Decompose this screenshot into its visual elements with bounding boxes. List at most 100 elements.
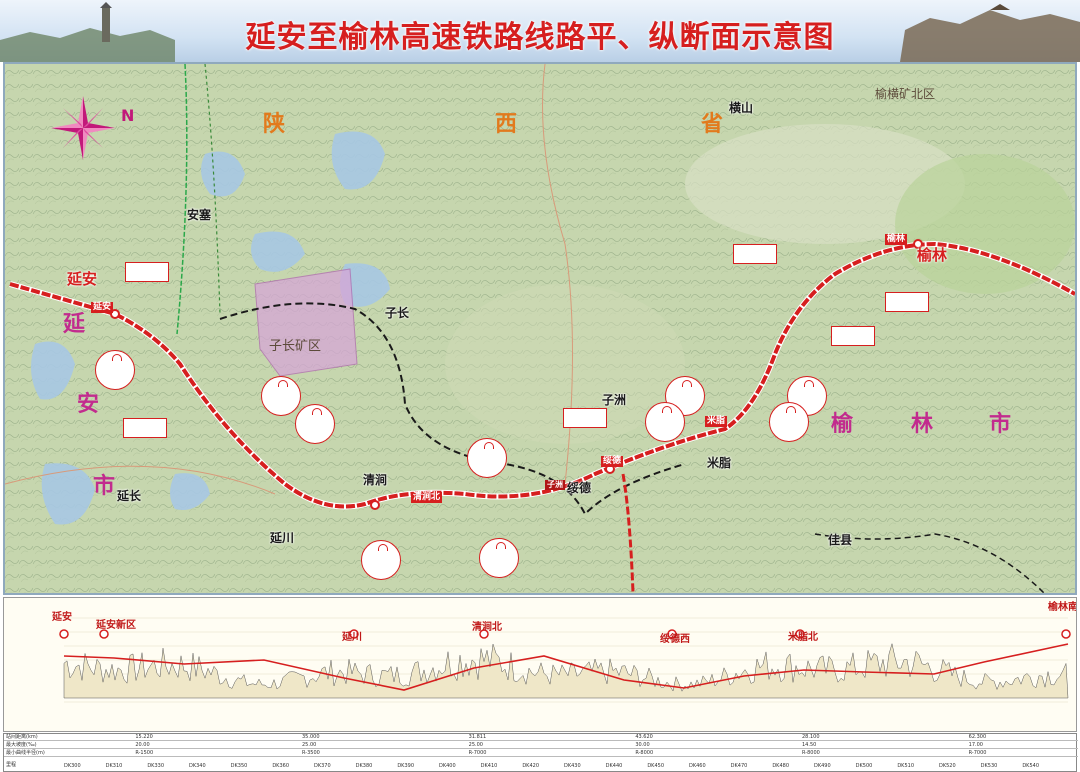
city-suide: 绥德: [567, 481, 592, 495]
row-header: 最小曲线半径(m): [6, 750, 45, 756]
chainage-cell: DK520: [939, 763, 956, 769]
tunnel-callout: [645, 402, 685, 442]
tunnel-callout: [467, 438, 507, 478]
region-yanan-char-1: 延: [63, 312, 86, 337]
province-char-1: 陕: [263, 112, 286, 137]
table-cell: 14.50: [802, 742, 817, 748]
profile-canvas: [59, 617, 1071, 703]
station-label-suide: 绥德: [601, 456, 624, 467]
table-cell: 15.220: [135, 734, 153, 740]
city-qingjian: 清涧: [363, 473, 388, 487]
table-row: 站间距离(km): [4, 734, 1078, 741]
profile-station-marker: [59, 629, 69, 639]
table-cell: 25.00: [468, 742, 483, 748]
station-label-qingjianbei: 清涧北: [411, 492, 443, 503]
north-arrow-label: N: [121, 106, 135, 125]
city-yanan: 延安: [67, 270, 98, 288]
chainage-cell: DK490: [814, 763, 831, 769]
chainage-cell: DK530: [980, 763, 998, 769]
chainage-cell: DK480: [772, 763, 790, 769]
city-zizhou: 子洲: [602, 393, 627, 407]
region-yanan-char-2: 安: [77, 392, 100, 417]
tunnel-callout: [361, 540, 401, 580]
mining-area-zichang: [254, 268, 358, 377]
table-cell: 17.00: [968, 742, 983, 748]
station-label-mizhi: 米脂: [705, 416, 728, 427]
title-banner: 延安至榆林高速铁路线路平、纵断面示意图: [0, 0, 1080, 62]
chainage-cell: DK310: [105, 763, 123, 769]
table-cell: R-1500: [135, 750, 154, 756]
city-yanchuan: 延川: [270, 531, 295, 545]
station-label-yanan: 延安: [91, 302, 114, 313]
table-cell: R-3500: [302, 750, 320, 756]
table-cell: 31.811: [468, 734, 487, 740]
chainage-cell: DK390: [397, 763, 415, 769]
chainage-cell: DK330: [147, 763, 165, 769]
row-header: 最大坡度(‰): [6, 742, 37, 748]
city-yanchang: 延长: [117, 489, 142, 503]
table-cell: R-7000: [468, 750, 487, 756]
profile-station-1: 延安新区: [96, 620, 136, 631]
region-yulin-char-1: 榆: [831, 412, 854, 437]
bridge-info-box: [885, 292, 929, 312]
province-char-3: 省: [701, 112, 724, 137]
profile-station-marker: [99, 629, 109, 639]
chainage-cell: DK410: [480, 763, 498, 769]
tunnel-callout: [261, 376, 301, 416]
chainage-cell: DK470: [730, 763, 748, 769]
chainage-cell: DK400: [439, 763, 456, 769]
city-ansai: 安塞: [187, 208, 212, 222]
route-map: N 陕 西 省 延 安 市 榆 林 市 子长矿区 榆横矿北区 延安 榆林 安塞 …: [3, 62, 1077, 595]
chainage-cell: DK380: [355, 763, 373, 769]
province-char-2: 西: [495, 112, 518, 137]
table-cell: R-8000: [802, 750, 820, 756]
region-yanan-char-3: 市: [93, 474, 116, 499]
region-yulin-char-3: 市: [989, 412, 1012, 437]
table-cell: 62.300: [968, 734, 987, 740]
chainage-cell: DK360: [272, 763, 290, 769]
profile-station-6: 榆林南: [1048, 602, 1077, 613]
chainage-cell: DK350: [230, 763, 248, 769]
tunnel-callout: [95, 350, 135, 390]
mining-label-zichang: 子长矿区: [269, 339, 322, 354]
chainage-cell: DK370: [314, 763, 331, 769]
tunnel-callout: [479, 538, 519, 578]
city-zichang: 子长: [385, 306, 410, 320]
table-cell: R-8000: [635, 750, 654, 756]
table-cell: 25.00: [302, 742, 317, 748]
chainage-cell: DK450: [647, 763, 665, 769]
region-yulin-char-2: 林: [911, 412, 934, 437]
chainage-cell: DK440: [605, 763, 623, 769]
chainage-cell: DK510: [897, 763, 915, 769]
tunnel-callout: [769, 402, 809, 442]
mining-label-yuheng: 榆横矿北区: [875, 87, 936, 101]
table-cell: 20.00: [135, 742, 150, 748]
bridge-info-box: [125, 262, 169, 282]
profile-station-marker: [1061, 629, 1071, 639]
row-header: 站间距离(km): [6, 734, 38, 740]
chainage-cell: DK500: [855, 763, 873, 769]
longitudinal-profile: 延安 延安新区 延川 清涧北 绥德西 米脂北 榆林南: [3, 597, 1077, 732]
table-cell: 30.00: [635, 742, 650, 748]
profile-data-table: 站间距离(km) 最大坡度(‰) 最小曲线半径(m) 里程 15.220 35.0…: [3, 733, 1078, 772]
profile-station-2: 延川: [342, 632, 362, 643]
profile-station-4: 绥德西: [660, 634, 690, 645]
city-jiaxian: 佳县: [828, 533, 853, 547]
table-cell: 28.100: [802, 734, 820, 740]
bridge-info-box: [733, 244, 777, 264]
profile-station-0: 延安: [52, 612, 72, 623]
chainage-cell: DK540: [1022, 763, 1040, 769]
bridge-info-box: [123, 418, 167, 438]
profile-station-5: 米脂北: [788, 632, 818, 643]
table-row: 最大坡度(‰): [4, 742, 1078, 749]
page-title: 延安至榆林高速铁路线路平、纵断面示意图: [245, 20, 835, 55]
station-label-yulin: 榆林: [885, 234, 908, 245]
table-cell: 43.620: [635, 734, 653, 740]
city-mizhi: 米脂: [707, 456, 732, 470]
profile-station-3: 清涧北: [472, 622, 502, 633]
table-row: 里程: [4, 762, 1078, 769]
terrain-profile: [63, 643, 1069, 699]
table-row: 最小曲线半径(m): [4, 750, 1078, 757]
bridge-info-box: [831, 326, 875, 346]
chainage-cell: DK430: [564, 763, 581, 769]
